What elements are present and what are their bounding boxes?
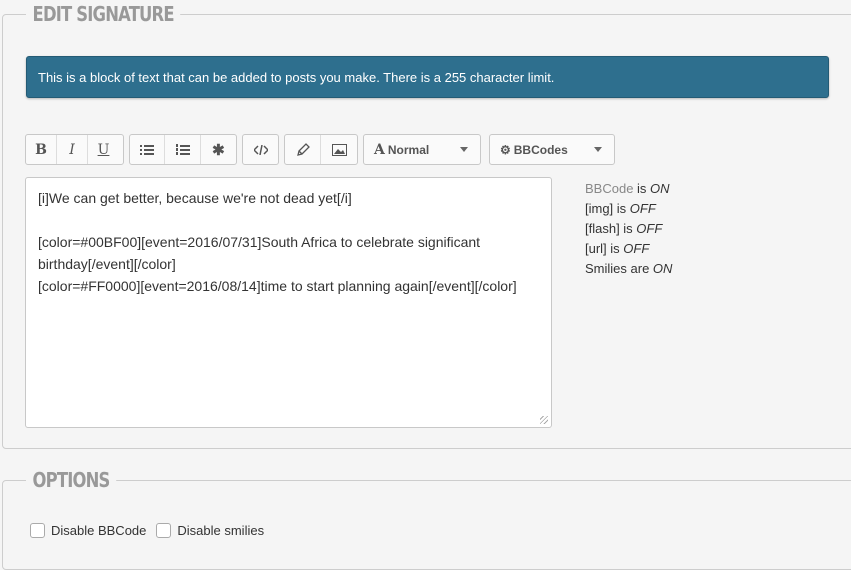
bullet-list-icon <box>140 144 155 155</box>
disable-smilies-checkbox[interactable] <box>156 523 172 538</box>
signature-textarea[interactable]: [i]We can get better, because we're not … <box>25 177 552 428</box>
format-button-group: B I U <box>25 134 124 165</box>
code-icon <box>253 144 268 155</box>
numbered-list-button[interactable] <box>165 135 201 164</box>
bullet-list-button[interactable] <box>130 135 166 164</box>
italic-button[interactable]: I <box>57 135 88 164</box>
font-icon: A <box>374 141 385 158</box>
asterisk-icon: ✱ <box>212 141 225 159</box>
media-button-group <box>284 134 358 165</box>
edit-signature-legend: EDIT SIGNATURE <box>26 1 181 27</box>
disable-bbcode-checkbox[interactable] <box>30 523 45 538</box>
signature-text: [i]We can get better, because we're not … <box>38 190 517 294</box>
pencil-icon <box>296 142 310 156</box>
signature-info-notice: This is a block of text that can be adde… <box>26 56 829 98</box>
bbcode-status-list: BBCode is ON [img] is OFF [flash] is OFF… <box>585 179 672 279</box>
list-item-button[interactable]: ✱ <box>201 135 236 164</box>
chevron-down-icon <box>594 147 602 152</box>
font-size-value: Normal <box>387 142 430 157</box>
options-row: Disable BBCode Disable smilies <box>30 523 274 538</box>
disable-smilies-label[interactable]: Disable smilies <box>177 523 264 538</box>
list-button-group: ✱ <box>129 134 237 165</box>
underline-button[interactable]: U <box>88 135 119 164</box>
font-size-dropdown[interactable]: A Normal <box>363 134 481 165</box>
bbcode-help-link[interactable]: BBCode <box>585 181 633 196</box>
chevron-down-icon <box>460 147 468 152</box>
image-icon <box>331 143 347 156</box>
status-img: [img] is OFF <box>585 201 656 216</box>
gear-icon: ⚙ <box>500 142 511 157</box>
link-button[interactable] <box>285 135 321 164</box>
code-button-group <box>242 134 279 165</box>
numbered-list-icon <box>175 143 190 155</box>
code-button[interactable] <box>243 135 278 164</box>
image-button[interactable] <box>321 135 357 164</box>
resize-handle[interactable] <box>540 416 548 424</box>
disable-bbcode-label[interactable]: Disable BBCode <box>51 523 146 538</box>
bold-button[interactable]: B <box>26 135 57 164</box>
status-flash: [flash] is OFF <box>585 221 663 236</box>
bbcodes-label: BBCodes <box>513 142 568 157</box>
options-legend: OPTIONS <box>26 467 117 493</box>
status-smilies: Smilies are ON <box>585 261 673 276</box>
status-bbcode: BBCode is ON <box>585 181 670 196</box>
status-url: [url] is OFF <box>585 241 650 256</box>
bbcodes-dropdown[interactable]: ⚙ BBCodes <box>489 134 615 165</box>
